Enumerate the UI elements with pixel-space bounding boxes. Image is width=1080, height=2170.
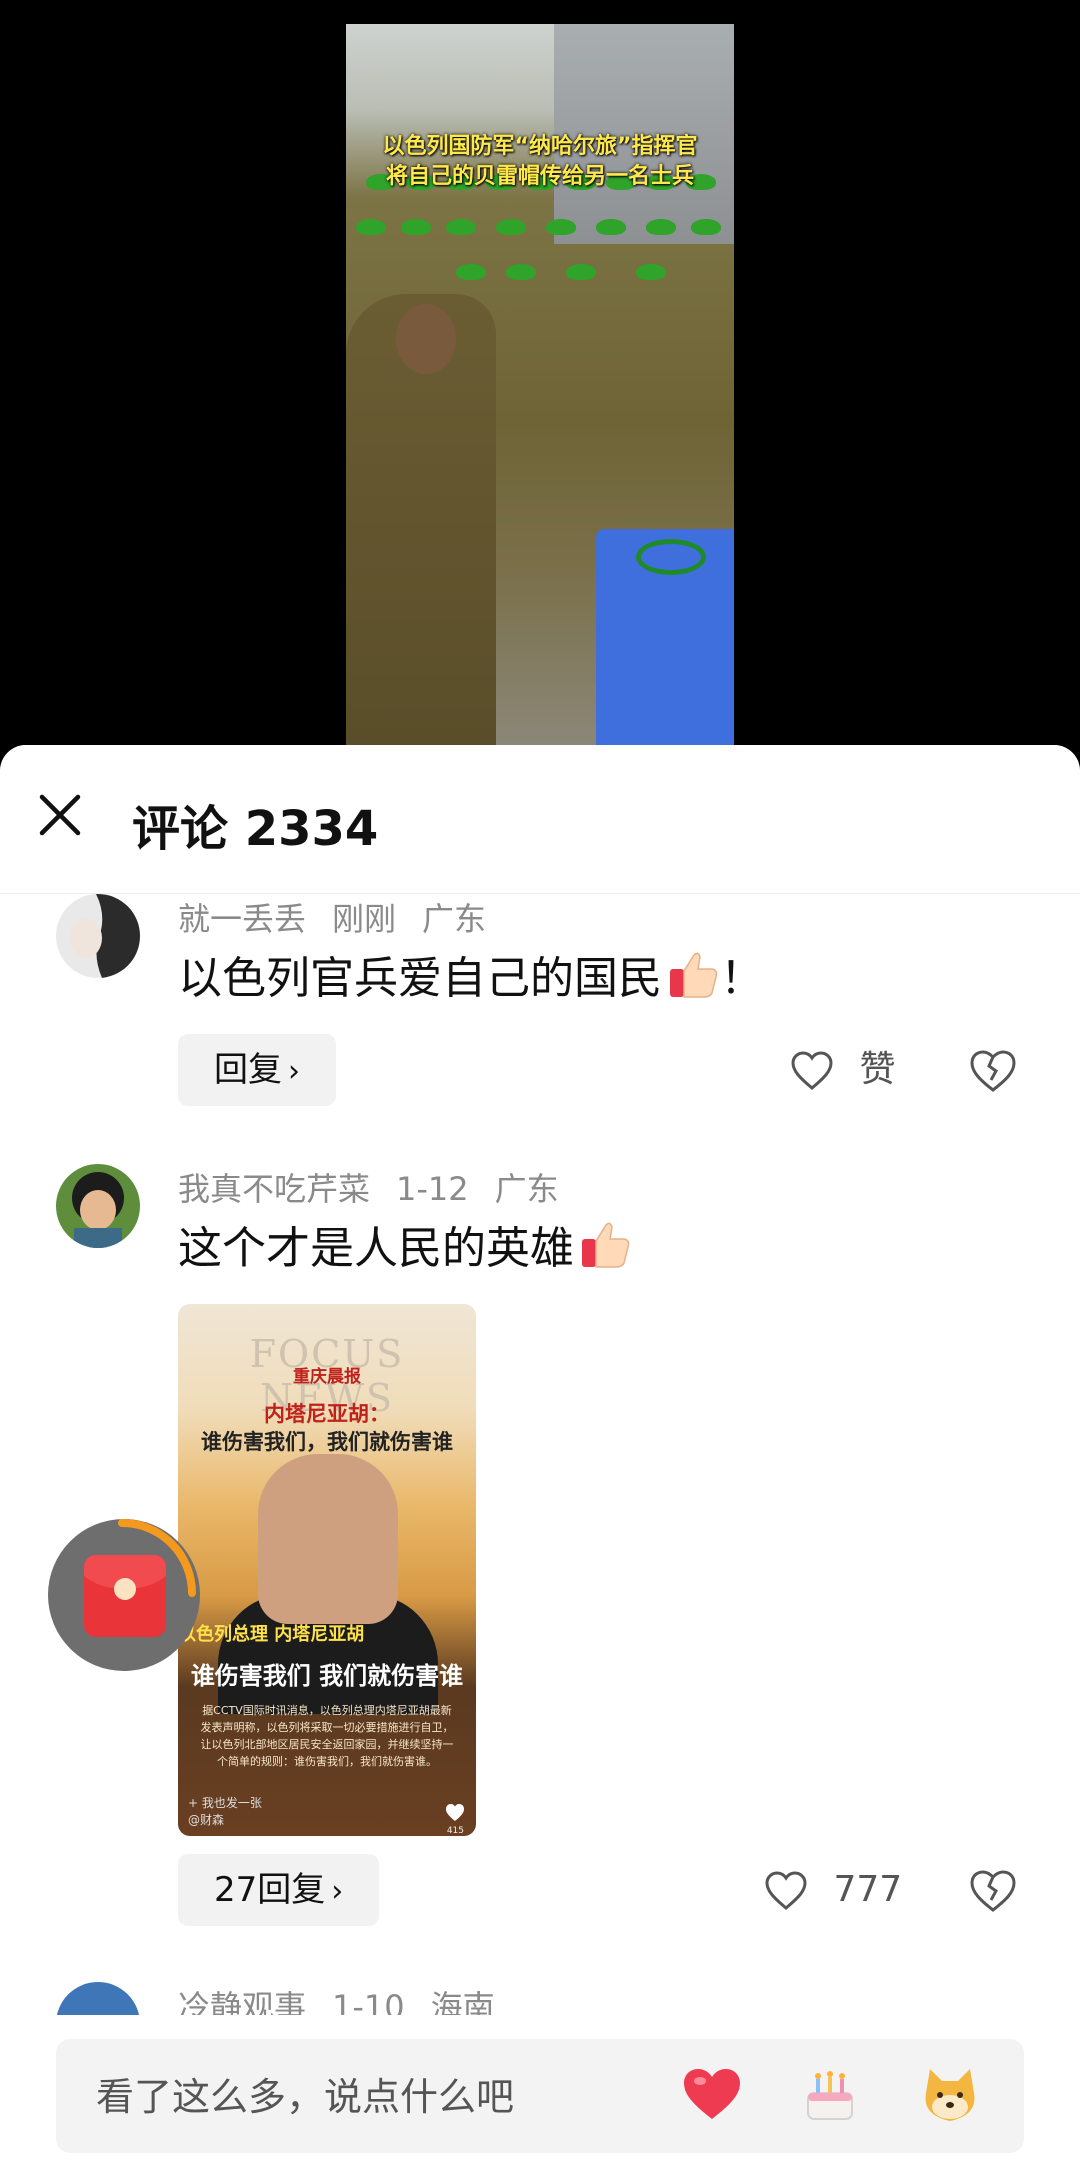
reply-button-label: 回复: [214, 1050, 282, 1090]
image-footer-action: + 我也发一张: [188, 1796, 262, 1810]
video-player[interactable]: 以色列国防军“纳哈尔旅”指挥官 将自己的贝雷帽传给另一名士兵: [0, 0, 1080, 745]
avatar[interactable]: [56, 1982, 140, 2019]
video-frame[interactable]: 以色列国防军“纳哈尔旅”指挥官 将自己的贝雷帽传给另一名士兵: [346, 24, 734, 745]
image-headline-quote: 谁伤害我们，我们就伤害谁: [201, 1430, 453, 1454]
image-body-text: 据CCTV国际时讯消息，以色列总理内塔尼亚胡最新发表声明称，以色列将采取一切必要…: [200, 1704, 454, 1768]
comment-image-attachment[interactable]: FOCUS NEWS 重庆晨报 内塔尼亚胡： 谁伤害我们，我们就伤害谁 以色列总…: [178, 1304, 476, 1836]
like-count: 777: [833, 1869, 903, 1910]
comment-location: 广东: [494, 1170, 559, 1208]
like-button[interactable]: 赞: [790, 1040, 895, 1100]
comment-text-suffix: ！: [720, 953, 764, 1004]
thumbs-up-icon: [670, 952, 718, 998]
heart-icon[interactable]: [680, 2063, 744, 2127]
comment-meta: 冷静观事 1-10 海南: [178, 1982, 521, 2019]
chevron-right-icon: ›: [331, 1874, 344, 1909]
close-icon[interactable]: [34, 789, 86, 841]
red-envelope-icon: [84, 1555, 166, 1637]
heart-outline-icon: [765, 1871, 807, 1910]
like-button[interactable]: 777: [764, 1860, 902, 1920]
image-like-count: 415: [446, 1826, 464, 1836]
image-person-face: [258, 1454, 398, 1624]
comment-username[interactable]: 我真不吃芹菜: [178, 1170, 370, 1208]
image-headline-name: 内塔尼亚胡：: [264, 1402, 390, 1426]
comments-header: 评论 2334: [0, 745, 1080, 894]
video-caption-line2: 将自己的贝雷帽传给另一名士兵: [385, 164, 694, 189]
comment-text: 这个才是人民的英雄: [178, 1212, 632, 1276]
image-caption-small: 以色列总理 内塔尼亚胡: [178, 1624, 365, 1645]
heart-outline-icon: [791, 1051, 833, 1090]
video-soldiers-row: [346, 219, 734, 257]
image-footer-source: @财森: [188, 1813, 225, 1827]
like-label: 赞: [859, 1049, 896, 1090]
image-brand: 重庆晨报: [293, 1367, 361, 1387]
image-footer: + 我也发一张 @财森: [188, 1794, 262, 1828]
image-caption-big: 谁伤害我们 我们就伤害谁: [190, 1662, 464, 1690]
comment-text: 以色列官兵爱自己的国民 ！: [178, 942, 764, 1006]
reply-button[interactable]: 27回复 ›: [178, 1854, 380, 1926]
video-officer-head: [396, 304, 456, 374]
broken-heart-icon[interactable]: [966, 1044, 1020, 1098]
reply-button[interactable]: 回复 ›: [178, 1034, 336, 1106]
comment-time: 刚刚: [332, 900, 397, 938]
comment-input-bar[interactable]: [56, 2039, 1024, 2155]
video-caption: 以色列国防军“纳哈尔旅”指挥官 将自己的贝雷帽传给另一名士兵: [346, 132, 734, 192]
comment-list[interactable]: 就一丢丢 刚刚 广东 以色列官兵爱自己的国民！ 回复 › 赞 我真不吃芹菜 1-12 广东: [0, 894, 1080, 2019]
comment-time: 1-12: [396, 1170, 469, 1208]
comment-meta: 就一丢丢 刚刚 广东: [178, 894, 512, 940]
video-green-beret: [636, 539, 706, 575]
comments-title: 评论 2334: [132, 801, 379, 857]
avatar[interactable]: [56, 894, 140, 978]
video-caption-line1: 以色列国防军“纳哈尔旅”指挥官: [382, 134, 698, 159]
birthday-cake-icon[interactable]: [798, 2063, 862, 2127]
comment-username[interactable]: 就一丢丢: [178, 900, 306, 938]
broken-heart-icon[interactable]: [966, 1864, 1020, 1918]
doge-icon[interactable]: [918, 2063, 982, 2127]
red-packet-button[interactable]: [48, 1519, 200, 1671]
chevron-right-icon: ›: [288, 1054, 300, 1089]
thumbs-up-icon: [582, 1222, 630, 1268]
comment-text-body: 以色列官兵爱自己的国民: [178, 953, 662, 1004]
comment-meta: 我真不吃芹菜 1-12 广东: [178, 1164, 585, 1210]
reply-button-label: 27回复: [214, 1870, 326, 1910]
avatar[interactable]: [56, 1164, 140, 1248]
comment-location: 广东: [422, 900, 487, 938]
comments-sheet: 评论 2334 就一丢丢 刚刚 广东 以色列官兵爱自己的国民！ 回复 › 赞 我…: [0, 745, 1080, 2170]
comment-text-body: 这个才是人民的英雄: [178, 1223, 574, 1274]
comment-input[interactable]: [94, 2039, 698, 2155]
heart-icon: [446, 1804, 464, 1821]
